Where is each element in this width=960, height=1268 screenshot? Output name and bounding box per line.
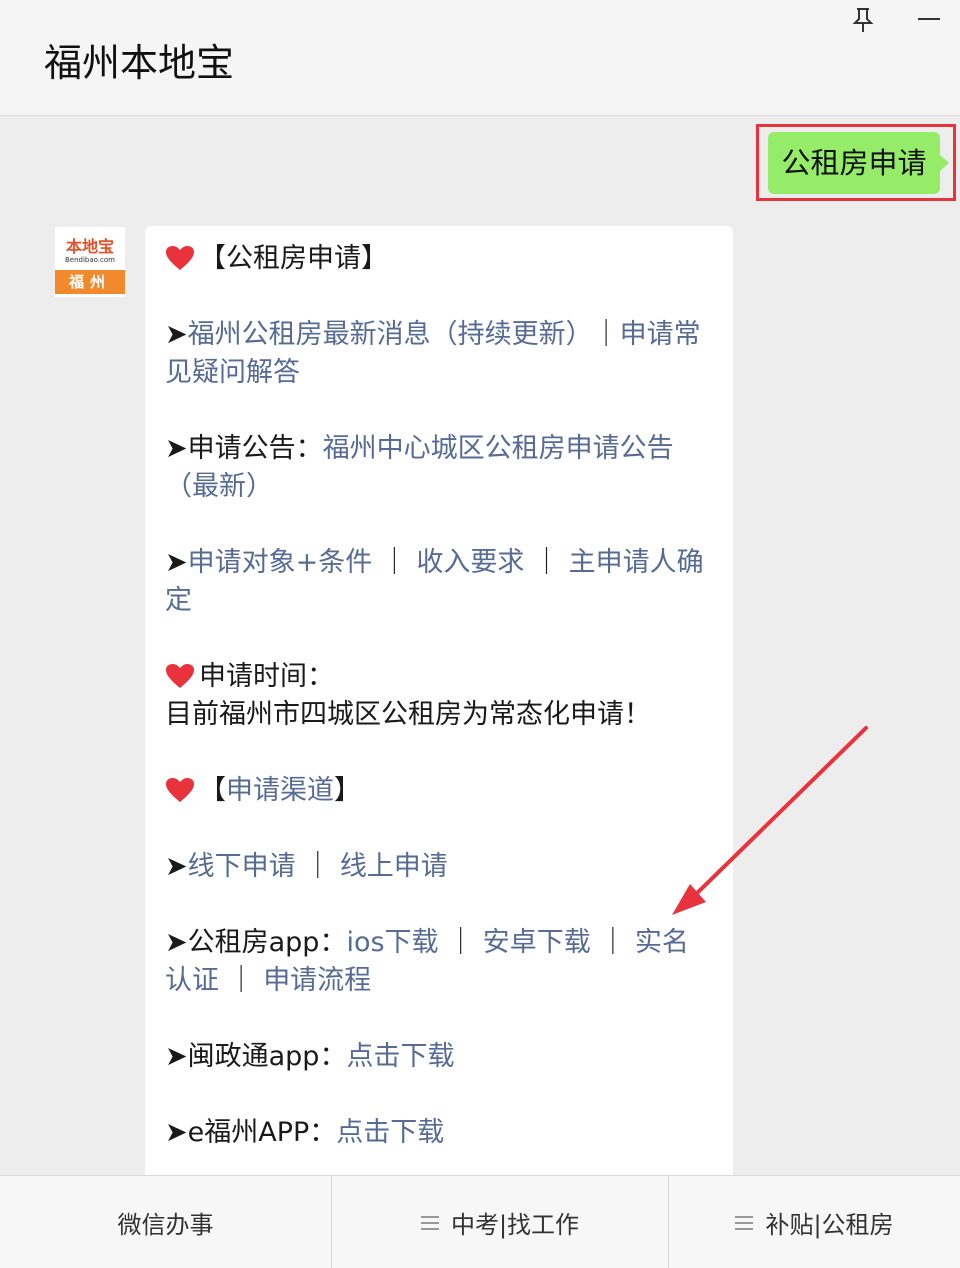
arrow-glyph: ➤ [165,433,188,464]
app-line: ➤公租房app：ios下载 ｜ 安卓下载 ｜ 实名认证 ｜ 申请流程 [165,924,715,1000]
mzt-app-line: ➤闽政通app：点击下载 [165,1038,715,1076]
bot-message-bubble: 【公租房申请】 ➤福州公租房最新消息（持续更新）｜申请常见疑问解答 ➤申请公告：… [145,226,733,1186]
conditions-line: ➤申请对象+条件 ｜ 收入要求 ｜ 主申请人确定 [165,544,715,620]
efz-label: e福州APP： [187,1117,337,1148]
mzt-label: 闽政通app： [187,1041,347,1072]
announcement-line: ➤申请公告：福州中心城区公租房申请公告（最新） [165,430,715,506]
heart-icon [166,778,194,802]
link-channels[interactable]: 申请渠道 [226,775,334,806]
time-text: 目前福州市四城区公租房为常态化申请！ [165,699,651,730]
arrow-glyph: ➤ [165,1041,188,1072]
news-line: ➤福州公租房最新消息（持续更新）｜申请常见疑问解答 [165,316,715,392]
link-online-apply[interactable]: 线上申请 [340,851,448,882]
bracket-close: 】 [334,775,361,806]
avatar-sub: Bendibao.com [64,256,115,264]
menu-item-wechat-services[interactable]: 微信办事 [0,1176,332,1268]
heart-icon [166,246,194,270]
arrow-glyph: ➤ [165,851,188,882]
efz-app-line: ➤e福州APP：点击下载 [165,1114,715,1152]
heading-text: 【公租房申请】 [199,243,388,274]
menu-list-icon [420,1215,439,1230]
heart-icon [166,664,194,688]
user-message-highlight: 公租房申请 [756,124,956,201]
bottom-menu: 微信办事 中考|找工作 补贴|公租房 [0,1175,960,1268]
time-section: 申请时间： 目前福州市四城区公租房为常态化申请！ [165,658,715,734]
separator: ｜ [447,927,475,958]
link-income[interactable]: 收入要求 [416,547,524,578]
separator: ｜ [592,319,620,350]
minimize-icon[interactable] [918,18,940,20]
link-efz-download[interactable]: 点击下载 [336,1117,444,1148]
announcement-label: 申请公告： [187,433,323,464]
avatar-brand: 本地宝 [65,237,114,256]
app-label: 公租房app： [187,927,347,958]
separator: ｜ [304,851,332,882]
menu-label: 中考|找工作 [450,1211,580,1239]
pin-icon[interactable] [850,6,876,34]
menu-label: 补贴|公租房 [765,1211,894,1239]
separator: ｜ [380,547,408,578]
arrow-glyph: ➤ [165,547,188,578]
section-heading: 【公租房申请】 [165,240,715,278]
arrow-glyph: ➤ [165,319,188,350]
bot-avatar[interactable]: 本地宝 Bendibao.com 福州 [55,227,125,297]
user-message-bubble[interactable]: 公租房申请 [768,132,949,194]
link-conditions[interactable]: 申请对象+条件 [188,547,373,578]
separator: ｜ [599,927,627,958]
bracket-open: 【 [199,775,226,806]
channels-heading: 【申请渠道】 [165,772,715,810]
menu-list-icon [735,1215,754,1230]
link-apply-process[interactable]: 申请流程 [263,965,371,996]
menu-label: 微信办事 [117,1211,214,1239]
chat-title: 福州本地宝 [44,41,235,85]
arrow-glyph: ➤ [165,1117,188,1148]
avatar-city: 福州 [55,270,125,294]
time-label: 申请时间： [199,661,334,692]
apply-methods-line: ➤线下申请 ｜ 线上申请 [165,848,715,886]
link-offline-apply[interactable]: 线下申请 [188,851,296,882]
menu-item-subsidy-housing[interactable]: 补贴|公租房 [669,1176,960,1268]
link-mzt-download[interactable]: 点击下载 [346,1041,454,1072]
link-latest-news[interactable]: 福州公租房最新消息（持续更新） [188,319,593,350]
arrow-glyph: ➤ [165,927,188,958]
link-android-download[interactable]: 安卓下载 [483,927,591,958]
separator: ｜ [533,547,561,578]
title-bar: 福州本地宝 [0,0,960,116]
menu-item-exam-jobs[interactable]: 中考|找工作 [332,1176,669,1268]
separator: ｜ [227,965,255,996]
link-ios-download[interactable]: ios下载 [346,927,438,958]
